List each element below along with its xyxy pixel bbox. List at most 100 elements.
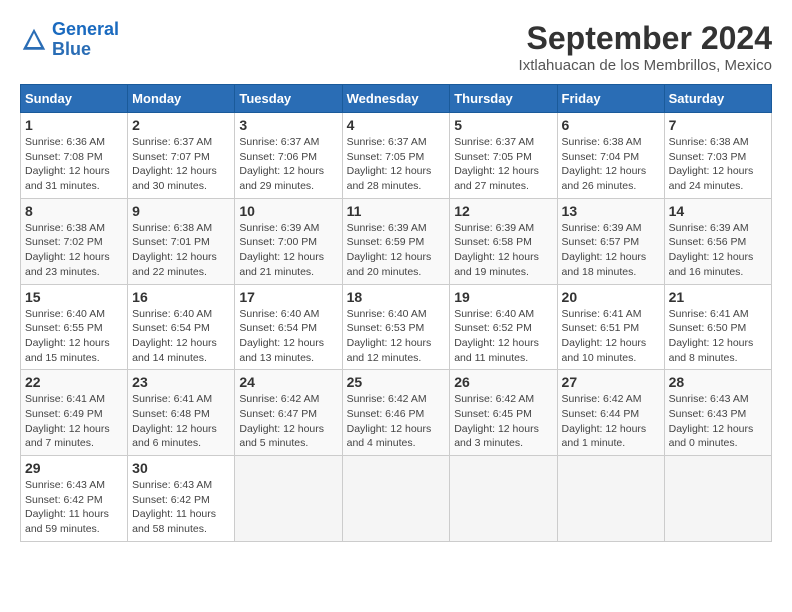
calendar-day-cell: 24 Sunrise: 6:42 AM Sunset: 6:47 PM Dayl… — [235, 370, 342, 456]
day-number: 27 — [562, 374, 660, 390]
page-header: General Blue September 2024 Ixtlahuacan … — [20, 20, 772, 74]
day-info: Sunrise: 6:39 AM Sunset: 6:58 PM Dayligh… — [454, 221, 552, 280]
calendar-day-cell: 9 Sunrise: 6:38 AM Sunset: 7:01 PM Dayli… — [128, 198, 235, 284]
calendar-day-cell: 11 Sunrise: 6:39 AM Sunset: 6:59 PM Dayl… — [342, 198, 450, 284]
day-number: 6 — [562, 117, 660, 133]
calendar-day-cell: 21 Sunrise: 6:41 AM Sunset: 6:50 PM Dayl… — [664, 284, 771, 370]
weekday-header: Tuesday — [235, 85, 342, 113]
calendar-week-row: 1 Sunrise: 6:36 AM Sunset: 7:08 PM Dayli… — [21, 113, 772, 199]
logo-text: General Blue — [52, 20, 119, 60]
location-subtitle: Ixtlahuacan de los Membrillos, Mexico — [519, 57, 772, 74]
day-number: 14 — [669, 203, 767, 219]
calendar-day-cell: 27 Sunrise: 6:42 AM Sunset: 6:44 PM Dayl… — [557, 370, 664, 456]
day-info: Sunrise: 6:37 AM Sunset: 7:07 PM Dayligh… — [132, 135, 230, 194]
calendar-day-cell: 17 Sunrise: 6:40 AM Sunset: 6:54 PM Dayl… — [235, 284, 342, 370]
calendar-day-cell: 23 Sunrise: 6:41 AM Sunset: 6:48 PM Dayl… — [128, 370, 235, 456]
day-info: Sunrise: 6:41 AM Sunset: 6:49 PM Dayligh… — [25, 392, 123, 451]
calendar-week-row: 29 Sunrise: 6:43 AM Sunset: 6:42 PM Dayl… — [21, 456, 772, 542]
calendar-day-cell: 5 Sunrise: 6:37 AM Sunset: 7:05 PM Dayli… — [450, 113, 557, 199]
day-number: 29 — [25, 460, 123, 476]
calendar-day-cell — [664, 456, 771, 542]
day-number: 26 — [454, 374, 552, 390]
day-number: 15 — [25, 289, 123, 305]
day-number: 5 — [454, 117, 552, 133]
calendar-day-cell: 14 Sunrise: 6:39 AM Sunset: 6:56 PM Dayl… — [664, 198, 771, 284]
day-info: Sunrise: 6:40 AM Sunset: 6:54 PM Dayligh… — [239, 307, 337, 366]
calendar-day-cell: 19 Sunrise: 6:40 AM Sunset: 6:52 PM Dayl… — [450, 284, 557, 370]
day-info: Sunrise: 6:39 AM Sunset: 6:59 PM Dayligh… — [347, 221, 446, 280]
day-info: Sunrise: 6:39 AM Sunset: 7:00 PM Dayligh… — [239, 221, 337, 280]
day-number: 2 — [132, 117, 230, 133]
day-number: 23 — [132, 374, 230, 390]
day-number: 25 — [347, 374, 446, 390]
weekday-header: Thursday — [450, 85, 557, 113]
calendar-day-cell: 16 Sunrise: 6:40 AM Sunset: 6:54 PM Dayl… — [128, 284, 235, 370]
weekday-header-row: SundayMondayTuesdayWednesdayThursdayFrid… — [21, 85, 772, 113]
calendar-day-cell: 20 Sunrise: 6:41 AM Sunset: 6:51 PM Dayl… — [557, 284, 664, 370]
day-number: 8 — [25, 203, 123, 219]
calendar-day-cell: 29 Sunrise: 6:43 AM Sunset: 6:42 PM Dayl… — [21, 456, 128, 542]
day-number: 30 — [132, 460, 230, 476]
day-info: Sunrise: 6:36 AM Sunset: 7:08 PM Dayligh… — [25, 135, 123, 194]
day-info: Sunrise: 6:41 AM Sunset: 6:50 PM Dayligh… — [669, 307, 767, 366]
day-info: Sunrise: 6:43 AM Sunset: 6:42 PM Dayligh… — [132, 478, 230, 537]
calendar-day-cell — [342, 456, 450, 542]
day-info: Sunrise: 6:43 AM Sunset: 6:43 PM Dayligh… — [669, 392, 767, 451]
calendar-day-cell: 7 Sunrise: 6:38 AM Sunset: 7:03 PM Dayli… — [664, 113, 771, 199]
day-number: 13 — [562, 203, 660, 219]
calendar-day-cell — [450, 456, 557, 542]
weekday-header: Monday — [128, 85, 235, 113]
day-number: 21 — [669, 289, 767, 305]
calendar-week-row: 8 Sunrise: 6:38 AM Sunset: 7:02 PM Dayli… — [21, 198, 772, 284]
calendar-table: SundayMondayTuesdayWednesdayThursdayFrid… — [20, 84, 772, 542]
calendar-day-cell: 10 Sunrise: 6:39 AM Sunset: 7:00 PM Dayl… — [235, 198, 342, 284]
calendar-day-cell: 13 Sunrise: 6:39 AM Sunset: 6:57 PM Dayl… — [557, 198, 664, 284]
day-number: 1 — [25, 117, 123, 133]
weekday-header: Friday — [557, 85, 664, 113]
day-info: Sunrise: 6:39 AM Sunset: 6:57 PM Dayligh… — [562, 221, 660, 280]
weekday-header: Sunday — [21, 85, 128, 113]
logo: General Blue — [20, 20, 119, 60]
calendar-day-cell: 12 Sunrise: 6:39 AM Sunset: 6:58 PM Dayl… — [450, 198, 557, 284]
day-number: 28 — [669, 374, 767, 390]
day-number: 11 — [347, 203, 446, 219]
calendar-day-cell: 18 Sunrise: 6:40 AM Sunset: 6:53 PM Dayl… — [342, 284, 450, 370]
day-number: 3 — [239, 117, 337, 133]
day-info: Sunrise: 6:37 AM Sunset: 7:05 PM Dayligh… — [347, 135, 446, 194]
calendar-day-cell: 22 Sunrise: 6:41 AM Sunset: 6:49 PM Dayl… — [21, 370, 128, 456]
calendar-week-row: 15 Sunrise: 6:40 AM Sunset: 6:55 PM Dayl… — [21, 284, 772, 370]
calendar-day-cell: 3 Sunrise: 6:37 AM Sunset: 7:06 PM Dayli… — [235, 113, 342, 199]
day-info: Sunrise: 6:42 AM Sunset: 6:44 PM Dayligh… — [562, 392, 660, 451]
day-number: 12 — [454, 203, 552, 219]
day-number: 9 — [132, 203, 230, 219]
day-number: 7 — [669, 117, 767, 133]
logo-icon — [20, 26, 48, 54]
calendar-day-cell: 2 Sunrise: 6:37 AM Sunset: 7:07 PM Dayli… — [128, 113, 235, 199]
calendar-week-row: 22 Sunrise: 6:41 AM Sunset: 6:49 PM Dayl… — [21, 370, 772, 456]
day-number: 20 — [562, 289, 660, 305]
day-number: 4 — [347, 117, 446, 133]
calendar-day-cell: 4 Sunrise: 6:37 AM Sunset: 7:05 PM Dayli… — [342, 113, 450, 199]
day-info: Sunrise: 6:38 AM Sunset: 7:04 PM Dayligh… — [562, 135, 660, 194]
day-info: Sunrise: 6:38 AM Sunset: 7:03 PM Dayligh… — [669, 135, 767, 194]
day-info: Sunrise: 6:40 AM Sunset: 6:53 PM Dayligh… — [347, 307, 446, 366]
day-number: 10 — [239, 203, 337, 219]
day-info: Sunrise: 6:40 AM Sunset: 6:55 PM Dayligh… — [25, 307, 123, 366]
day-info: Sunrise: 6:37 AM Sunset: 7:05 PM Dayligh… — [454, 135, 552, 194]
day-number: 19 — [454, 289, 552, 305]
day-info: Sunrise: 6:43 AM Sunset: 6:42 PM Dayligh… — [25, 478, 123, 537]
day-info: Sunrise: 6:39 AM Sunset: 6:56 PM Dayligh… — [669, 221, 767, 280]
title-block: September 2024 Ixtlahuacan de los Membri… — [519, 20, 772, 74]
calendar-day-cell: 1 Sunrise: 6:36 AM Sunset: 7:08 PM Dayli… — [21, 113, 128, 199]
month-title: September 2024 — [519, 20, 772, 57]
day-info: Sunrise: 6:40 AM Sunset: 6:54 PM Dayligh… — [132, 307, 230, 366]
weekday-header: Wednesday — [342, 85, 450, 113]
calendar-day-cell — [235, 456, 342, 542]
calendar-day-cell: 28 Sunrise: 6:43 AM Sunset: 6:43 PM Dayl… — [664, 370, 771, 456]
calendar-day-cell: 8 Sunrise: 6:38 AM Sunset: 7:02 PM Dayli… — [21, 198, 128, 284]
calendar-day-cell: 15 Sunrise: 6:40 AM Sunset: 6:55 PM Dayl… — [21, 284, 128, 370]
day-info: Sunrise: 6:41 AM Sunset: 6:51 PM Dayligh… — [562, 307, 660, 366]
day-info: Sunrise: 6:40 AM Sunset: 6:52 PM Dayligh… — [454, 307, 552, 366]
day-info: Sunrise: 6:42 AM Sunset: 6:45 PM Dayligh… — [454, 392, 552, 451]
calendar-day-cell — [557, 456, 664, 542]
